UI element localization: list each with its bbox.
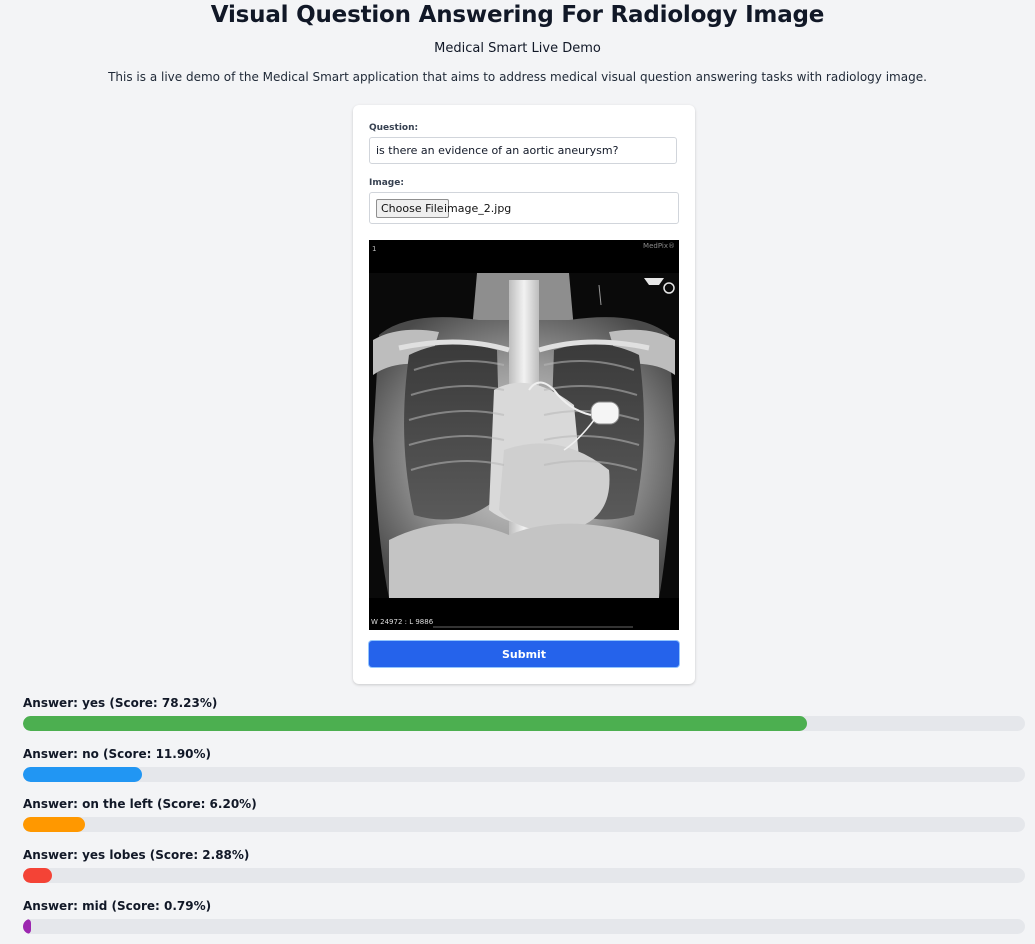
answer-score-fill <box>23 817 86 832</box>
answer-row: Answer: yes (Score: 78.23%) <box>23 695 1025 731</box>
image-watermark: MedPix® <box>643 242 675 250</box>
question-label: Question: <box>369 123 419 133</box>
image-window-level: W 24972 : L 9886 <box>371 618 434 626</box>
answer-label: Answer: yes lobes (Score: 2.88%) <box>23 848 250 862</box>
choose-file-button[interactable]: Choose File <box>376 199 449 218</box>
image-label: Image: <box>369 178 404 188</box>
selected-file-name: image_2.jpg <box>444 202 512 215</box>
answer-score-fill <box>23 716 807 731</box>
submit-button[interactable]: Submit <box>369 641 679 667</box>
answer-score-bar <box>23 868 1025 883</box>
page-title: Visual Question Answering For Radiology … <box>210 2 825 28</box>
answer-score-bar <box>23 817 1025 832</box>
answer-score-bar <box>23 716 1025 731</box>
image-file-input[interactable]: Choose File image_2.jpg <box>369 192 679 224</box>
vqa-form-card: Question: Image: Choose File image_2.jpg <box>353 105 695 684</box>
page-subtitle: Medical Smart Live Demo <box>434 41 601 56</box>
answer-score-fill <box>23 919 31 934</box>
answer-label: Answer: on the left (Score: 6.20%) <box>23 797 257 811</box>
image-corner-index: 1 <box>372 245 376 253</box>
radiology-image-preview: 1 MedPix® W 24972 : L 9886 <box>369 240 679 630</box>
chest-xray-image: 1 MedPix® W 24972 : L 9886 <box>369 240 679 630</box>
answer-score-fill <box>23 767 143 782</box>
answer-label: Answer: mid (Score: 0.79%) <box>23 899 212 913</box>
answer-label: Answer: yes (Score: 78.23%) <box>23 696 218 710</box>
answer-score-bar <box>23 919 1025 934</box>
page-description: This is a live demo of the Medical Smart… <box>108 70 927 84</box>
answer-row: Answer: no (Score: 11.90%) <box>23 746 1025 782</box>
answer-row: Answer: on the left (Score: 6.20%) <box>23 796 1025 832</box>
question-input[interactable] <box>369 137 677 164</box>
answer-row: Answer: mid (Score: 0.79%) <box>23 898 1025 934</box>
answer-score-bar <box>23 767 1025 782</box>
answer-label: Answer: no (Score: 11.90%) <box>23 747 212 761</box>
answer-row: Answer: yes lobes (Score: 2.88%) <box>23 847 1025 883</box>
answer-score-fill <box>23 868 52 883</box>
